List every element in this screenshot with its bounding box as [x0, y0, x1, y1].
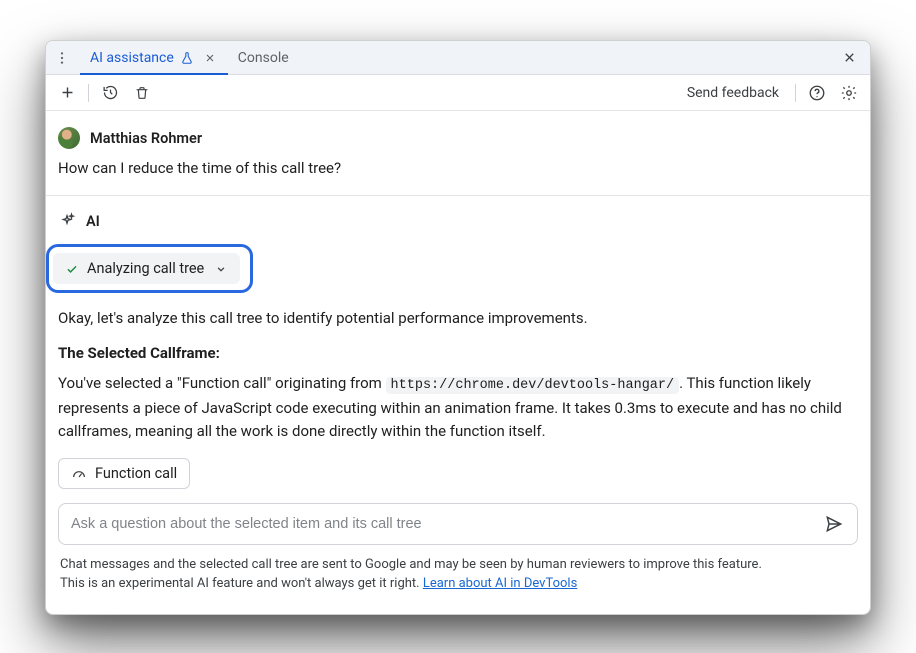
toolbar-divider — [795, 84, 796, 102]
send-feedback-link[interactable]: Send feedback — [679, 85, 787, 101]
panel-close-button[interactable] — [836, 45, 862, 71]
ai-intro-text: Okay, let's analyze this call tree to id… — [58, 307, 858, 330]
history-icon — [102, 84, 119, 101]
new-chat-button[interactable] — [54, 80, 80, 106]
function-call-chip[interactable]: Function call — [58, 458, 190, 489]
ai-message-header: AI — [58, 212, 858, 230]
disclaimer-line2-prefix: This is an experimental AI feature and w… — [60, 576, 423, 591]
trash-icon — [134, 85, 150, 101]
analysis-status-chip[interactable]: Analyzing call tree — [53, 253, 240, 284]
user-name: Matthias Rohmer — [90, 130, 202, 147]
message-divider — [46, 195, 870, 196]
highlighted-annotation: Analyzing call tree — [46, 244, 253, 293]
tab-label: AI assistance — [90, 50, 174, 66]
function-chip-label: Function call — [95, 465, 177, 482]
gauge-icon — [71, 465, 87, 481]
tab-label: Console — [238, 50, 289, 66]
gear-icon — [840, 84, 858, 102]
chat-input[interactable] — [71, 516, 819, 532]
send-button[interactable] — [819, 509, 849, 539]
tab-console[interactable]: Console — [228, 41, 299, 75]
tab-strip: AI assistance Console — [46, 41, 870, 75]
ai-label: AI — [86, 213, 100, 230]
flask-icon — [180, 51, 194, 65]
user-avatar — [58, 127, 80, 149]
delete-button[interactable] — [129, 80, 155, 106]
ai-section-heading: The Selected Callframe: — [58, 344, 858, 362]
disclaimer-line1: Chat messages and the selected call tree… — [60, 557, 762, 572]
tab-close-button[interactable] — [202, 50, 218, 66]
kebab-icon — [54, 50, 70, 66]
tab-ai-assistance[interactable]: AI assistance — [80, 41, 228, 75]
user-message-text: How can I reduce the time of this call t… — [58, 159, 858, 177]
learn-more-link[interactable]: Learn about AI in DevTools — [423, 576, 577, 591]
history-button[interactable] — [97, 80, 123, 106]
close-icon — [204, 52, 216, 64]
settings-button[interactable] — [836, 80, 862, 106]
send-icon — [824, 514, 844, 534]
chat-area: Matthias Rohmer How can I reduce the tim… — [46, 111, 870, 614]
plus-icon — [59, 84, 76, 101]
chat-input-row — [58, 503, 858, 545]
check-icon — [65, 262, 79, 276]
chevron-down-icon — [214, 262, 228, 276]
close-icon — [842, 50, 857, 65]
ai-body-prefix: You've selected a "Function call" origin… — [58, 374, 386, 392]
help-icon — [808, 84, 826, 102]
ai-body-text: You've selected a "Function call" origin… — [58, 372, 858, 443]
ai-body-code: https://chrome.dev/devtools-hangar/ — [386, 377, 680, 394]
devtools-panel: AI assistance Console — [45, 40, 871, 615]
user-message-header: Matthias Rohmer — [58, 127, 858, 149]
help-button[interactable] — [804, 80, 830, 106]
more-tabs-button[interactable] — [50, 46, 74, 70]
status-chip-label: Analyzing call tree — [87, 260, 204, 277]
disclaimer-text: Chat messages and the selected call tree… — [58, 555, 858, 604]
sparkle-icon — [58, 212, 76, 230]
toolbar: Send feedback — [46, 75, 870, 111]
toolbar-divider — [88, 84, 89, 102]
